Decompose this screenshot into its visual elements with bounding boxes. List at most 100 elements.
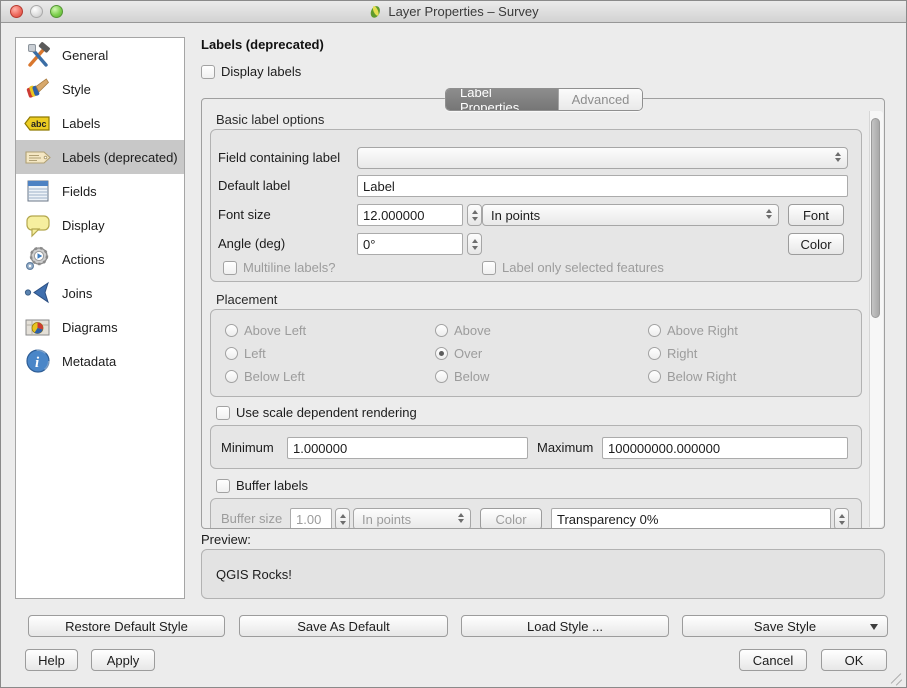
panel-scrollbar[interactable] [869, 111, 883, 527]
field-containing-label: Field containing label [218, 150, 340, 165]
radio-below[interactable]: Below [435, 369, 489, 384]
load-style-button[interactable]: Load Style ... [461, 615, 669, 637]
dropdown-arrow-icon [870, 624, 878, 630]
buffer-group: Buffer size In points Color [210, 498, 862, 529]
scale-dependent-checkbox[interactable]: Use scale dependent rendering [216, 405, 417, 420]
placement-group: Above Left Above Above Right Left Over R… [210, 309, 862, 397]
radio-above-left[interactable]: Above Left [225, 323, 306, 338]
buffer-size-label: Buffer size [221, 511, 282, 526]
sidebar-item-general[interactable]: General [16, 38, 184, 72]
properties-sidebar: General Style abc Labels [15, 37, 185, 599]
font-size-units-combo[interactable]: In points [482, 204, 779, 226]
sidebar-item-label: Labels [62, 116, 100, 131]
sidebar-item-label: Metadata [62, 354, 116, 369]
close-window-icon[interactable] [10, 5, 23, 18]
display-labels-checkbox[interactable]: Display labels [201, 64, 301, 79]
sidebar-item-display[interactable]: Display [16, 208, 184, 242]
buffer-labels-checkbox[interactable]: Buffer labels [216, 478, 308, 493]
gear-play-icon [24, 245, 52, 273]
basic-options-group: Field containing label Default label Fon… [210, 129, 862, 282]
checkbox-icon[interactable] [216, 406, 230, 420]
angle-stepper[interactable] [467, 233, 482, 255]
radio-below-left[interactable]: Below Left [225, 369, 305, 384]
font-button[interactable]: Font [788, 204, 844, 226]
help-button[interactable]: Help [25, 649, 78, 671]
basic-options-title: Basic label options [216, 112, 324, 127]
angle-label: Angle (deg) [218, 236, 285, 251]
info-icon: i [24, 347, 52, 375]
radio-below-right[interactable]: Below Right [648, 369, 736, 384]
sidebar-item-labels-deprecated[interactable]: Labels (deprecated) [16, 140, 184, 174]
label-properties-panel: Basic label options Field containing lab… [201, 98, 885, 529]
sidebar-item-label: Diagrams [62, 320, 118, 335]
buffer-size-stepper[interactable] [335, 508, 350, 529]
placement-title: Placement [216, 292, 277, 307]
sidebar-item-joins[interactable]: Joins [16, 276, 184, 310]
font-size-stepper[interactable] [467, 204, 482, 226]
sidebar-item-fields[interactable]: Fields [16, 174, 184, 208]
ok-button[interactable]: OK [821, 649, 887, 671]
buffer-transparency-stepper[interactable] [834, 508, 849, 529]
speech-bubble-icon [24, 211, 52, 239]
sidebar-item-labels[interactable]: abc Labels [16, 106, 184, 140]
tag-icon [24, 143, 52, 171]
sidebar-item-label: Joins [62, 286, 92, 301]
radio-above[interactable]: Above [435, 323, 491, 338]
minimum-label: Minimum [221, 440, 274, 455]
display-labels-label: Display labels [221, 64, 301, 79]
font-size-input[interactable] [357, 204, 463, 226]
save-as-default-button[interactable]: Save As Default [239, 615, 448, 637]
radio-over[interactable]: Over [435, 346, 482, 361]
checkbox-icon[interactable] [201, 65, 215, 79]
buffer-transparency-input[interactable] [551, 508, 831, 529]
cancel-button[interactable]: Cancel [739, 649, 807, 671]
buffer-color-button[interactable]: Color [480, 508, 542, 529]
sidebar-item-diagrams[interactable]: Diagrams [16, 310, 184, 344]
qgis-logo-icon [368, 4, 383, 19]
maximum-input[interactable] [602, 437, 848, 459]
checkbox-icon[interactable] [482, 261, 496, 275]
sidebar-item-actions[interactable]: Actions [16, 242, 184, 276]
default-label-input[interactable] [357, 175, 848, 197]
color-button[interactable]: Color [788, 233, 844, 255]
page-title: Labels (deprecated) [201, 37, 324, 52]
tab-label-properties[interactable]: Label Properties [446, 89, 558, 110]
restore-default-style-button[interactable]: Restore Default Style [28, 615, 225, 637]
resize-grip[interactable] [891, 672, 903, 684]
font-size-label: Font size [218, 207, 271, 222]
minimize-window-icon[interactable] [30, 5, 43, 18]
apply-button[interactable]: Apply [91, 649, 155, 671]
field-containing-label-combo[interactable] [357, 147, 848, 169]
sidebar-item-label: Labels (deprecated) [62, 150, 178, 165]
paintbrush-icon [24, 75, 52, 103]
label-only-selected-checkbox[interactable]: Label only selected features [482, 260, 664, 275]
save-style-button[interactable]: Save Style [682, 615, 888, 637]
sidebar-item-label: Fields [62, 184, 97, 199]
radio-right[interactable]: Right [648, 346, 697, 361]
radio-above-right[interactable]: Above Right [648, 323, 738, 338]
combo-arrows-icon [766, 209, 772, 219]
radio-left[interactable]: Left [225, 346, 266, 361]
multiline-labels-checkbox[interactable]: Multiline labels? [223, 260, 336, 275]
checkbox-icon[interactable] [223, 261, 237, 275]
maximum-label: Maximum [537, 440, 593, 455]
tab-advanced[interactable]: Advanced [558, 89, 642, 110]
sidebar-item-style[interactable]: Style [16, 72, 184, 106]
layer-properties-dialog: Layer Properties – Survey General [0, 0, 907, 688]
buffer-units-combo[interactable]: In points [353, 508, 471, 529]
sidebar-item-label: General [62, 48, 108, 63]
buffer-size-input[interactable] [290, 508, 332, 529]
table-icon [24, 177, 52, 205]
preview-box: QGIS Rocks! [201, 549, 885, 599]
svg-text:abc: abc [31, 119, 47, 129]
scrollbar-thumb[interactable] [871, 118, 880, 318]
sidebar-item-label: Actions [62, 252, 105, 267]
checkbox-icon[interactable] [216, 479, 230, 493]
tools-icon [24, 41, 52, 69]
zoom-window-icon[interactable] [50, 5, 63, 18]
minimum-input[interactable] [287, 437, 528, 459]
angle-input[interactable] [357, 233, 463, 255]
title-bar[interactable]: Layer Properties – Survey [1, 1, 906, 23]
tab-bar: Label Properties Advanced [445, 88, 643, 111]
sidebar-item-metadata[interactable]: i Metadata [16, 344, 184, 378]
